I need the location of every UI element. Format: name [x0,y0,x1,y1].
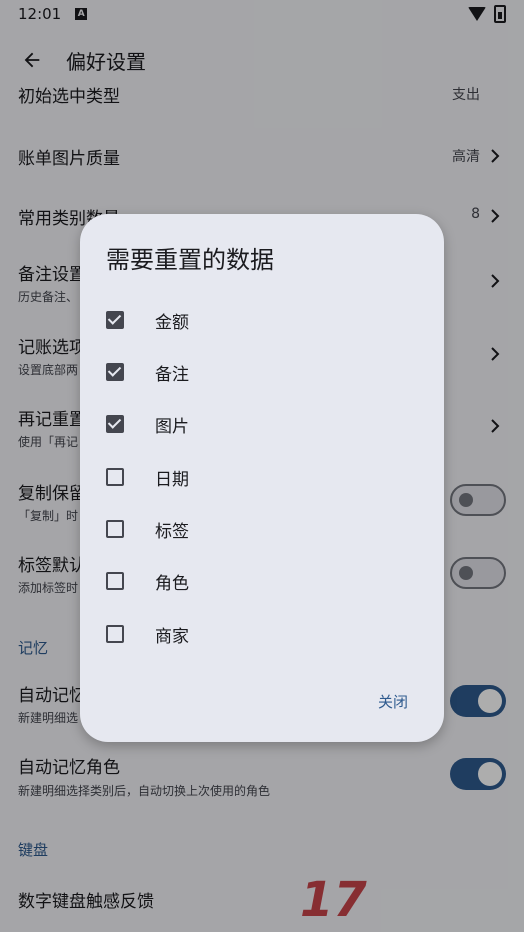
checkbox-checked-icon[interactable] [106,311,124,329]
option-label: 标签 [155,521,189,542]
dialog-title: 需要重置的数据 [106,246,274,274]
option-label: 金额 [155,312,189,333]
checkbox-unchecked-icon[interactable] [106,520,124,538]
checkbox-checked-icon[interactable] [106,415,124,433]
option-tag[interactable]: 标签 [106,509,406,549]
option-amount[interactable]: 金额 [106,300,406,340]
option-image[interactable]: 图片 [106,404,406,444]
option-label: 图片 [155,416,189,437]
checkbox-unchecked-icon[interactable] [106,572,124,590]
option-remark[interactable]: 备注 [106,352,406,392]
option-label: 备注 [155,364,189,385]
option-label: 日期 [155,469,189,490]
option-label: 商家 [155,626,189,647]
close-button[interactable]: 关闭 [378,691,408,712]
checkbox-checked-icon[interactable] [106,363,124,381]
reset-data-dialog: 需要重置的数据 金额 备注 图片 日期 标签 角色 商家 关闭 [80,214,444,742]
option-role[interactable]: 角色 [106,561,406,601]
option-label: 角色 [155,573,189,594]
checkbox-unchecked-icon[interactable] [106,468,124,486]
option-merchant[interactable]: 商家 [106,614,406,654]
checkbox-unchecked-icon[interactable] [106,625,124,643]
option-date[interactable]: 日期 [106,457,406,497]
